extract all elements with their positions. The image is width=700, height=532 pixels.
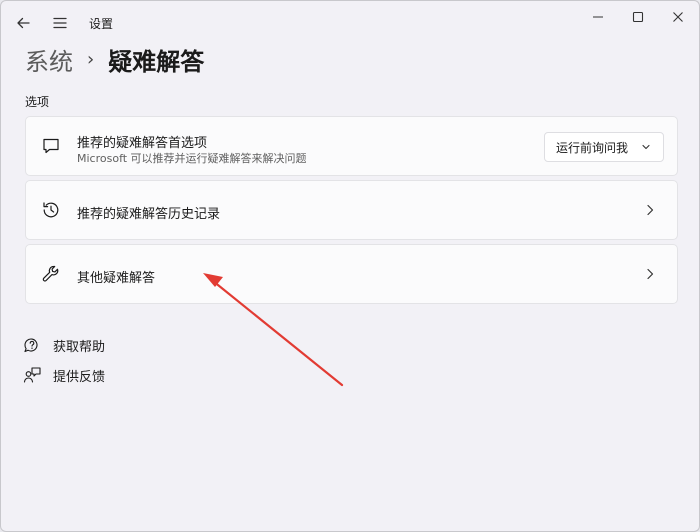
maximize-button[interactable] <box>616 5 660 29</box>
preference-dropdown[interactable]: 运行前询问我 <box>544 132 664 162</box>
settings-window: 设置 系统 › 疑难解答 选项 推荐的疑难解答首选项 Microsoft 可以推 <box>0 0 700 532</box>
maximize-icon <box>632 11 644 23</box>
give-feedback-link[interactable]: 提供反馈 <box>23 364 105 386</box>
chevron-right-icon <box>647 204 654 216</box>
give-feedback-label: 提供反馈 <box>53 369 106 385</box>
breadcrumb-parent[interactable]: 系统 <box>25 42 73 77</box>
card-title: 其他疑难解答 <box>77 271 156 286</box>
card-troubleshoot-history[interactable]: 推荐的疑难解答历史记录 <box>25 180 678 240</box>
card-other-troubleshooters[interactable]: 其他疑难解答 <box>25 244 678 304</box>
breadcrumb: 系统 › 疑难解答 <box>25 42 205 77</box>
chat-bubble-icon <box>43 138 59 154</box>
minimize-icon <box>593 16 603 18</box>
window-title: 设置 <box>89 17 114 31</box>
title-bar: 设置 <box>1 1 699 45</box>
help-icon <box>24 338 38 353</box>
menu-button[interactable] <box>48 11 72 35</box>
section-label: 选项 <box>25 95 50 109</box>
get-help-label: 获取帮助 <box>53 339 106 355</box>
hamburger-menu-icon <box>53 17 67 29</box>
dropdown-value: 运行前询问我 <box>556 140 629 155</box>
chevron-right-icon <box>647 268 654 280</box>
chevron-down-icon <box>642 144 650 150</box>
card-subtitle: Microsoft 可以推荐并运行疑难解答来解决问题 <box>77 152 307 165</box>
get-help-link[interactable]: 获取帮助 <box>23 334 105 356</box>
page-title: 疑难解答 <box>108 47 205 76</box>
feedback-icon <box>23 367 41 383</box>
minimize-button[interactable] <box>576 5 620 29</box>
close-icon <box>673 12 683 22</box>
card-title: 推荐的疑难解答历史记录 <box>77 207 221 222</box>
close-button[interactable] <box>656 5 699 29</box>
back-arrow-icon <box>17 17 30 29</box>
wrench-icon <box>42 265 59 282</box>
back-button[interactable] <box>11 11 35 35</box>
card-title: 推荐的疑难解答首选项 <box>77 136 208 151</box>
breadcrumb-separator: › <box>87 48 95 70</box>
history-icon <box>43 202 59 218</box>
card-recommended-preferences[interactable]: 推荐的疑难解答首选项 Microsoft 可以推荐并运行疑难解答来解决问题 运行… <box>25 116 678 176</box>
